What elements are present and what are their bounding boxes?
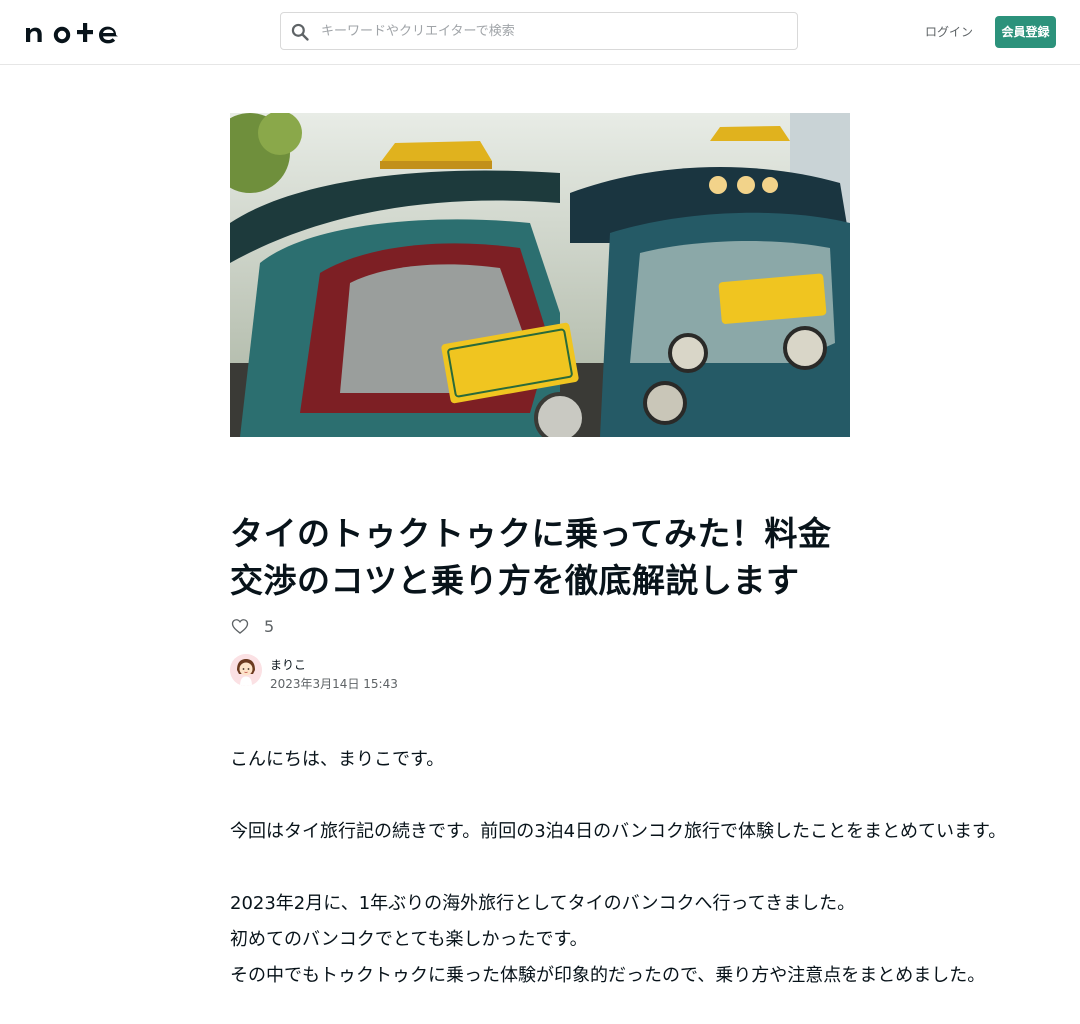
- signup-button[interactable]: 会員登録: [995, 16, 1056, 48]
- heart-icon[interactable]: [230, 616, 250, 636]
- note-logo[interactable]: [24, 20, 124, 44]
- article-body: こんにちは、まりこです。 今回はタイ旅行記の続きです。前回の3泊4日のバンコク旅…: [230, 742, 1007, 994]
- search-icon: [291, 23, 309, 41]
- top-header: ログイン 会員登録: [0, 0, 1080, 65]
- author-avatar[interactable]: [230, 654, 262, 686]
- hero-image: [230, 113, 850, 437]
- avatar-illustration-icon: [230, 654, 262, 686]
- author-name[interactable]: まりこ: [270, 656, 306, 673]
- paragraph: その中でもトゥクトゥクに乗った体験が印象的だったので、乗り方や注意点をまとめまし…: [230, 965, 986, 986]
- like-count[interactable]: 5: [264, 617, 274, 636]
- login-button[interactable]: ログイン: [920, 16, 978, 48]
- publish-date: 2023年3月14日 15:43: [270, 677, 398, 691]
- paragraph: こんにちは、まりこです。: [230, 749, 445, 770]
- paragraph: 今回はタイ旅行記の続きです。前回の3泊4日のバンコク旅行で体験したことをまとめて…: [230, 821, 1007, 842]
- paragraph: 初めてのバンコクでとても楽しかったです。: [230, 929, 588, 950]
- paragraph: 2023年2月に、1年ぶりの海外旅行としてタイのバンコクへ行ってきました。: [230, 893, 856, 914]
- article-title: タイのトゥクトゥクに乗ってみた！料金交渉のコツと乗り方を徹底解説します: [230, 514, 832, 600]
- tuk-tuk-photo: [230, 113, 850, 437]
- search-input[interactable]: [321, 13, 781, 49]
- like-area: 5: [230, 614, 274, 638]
- search-box[interactable]: [280, 12, 798, 50]
